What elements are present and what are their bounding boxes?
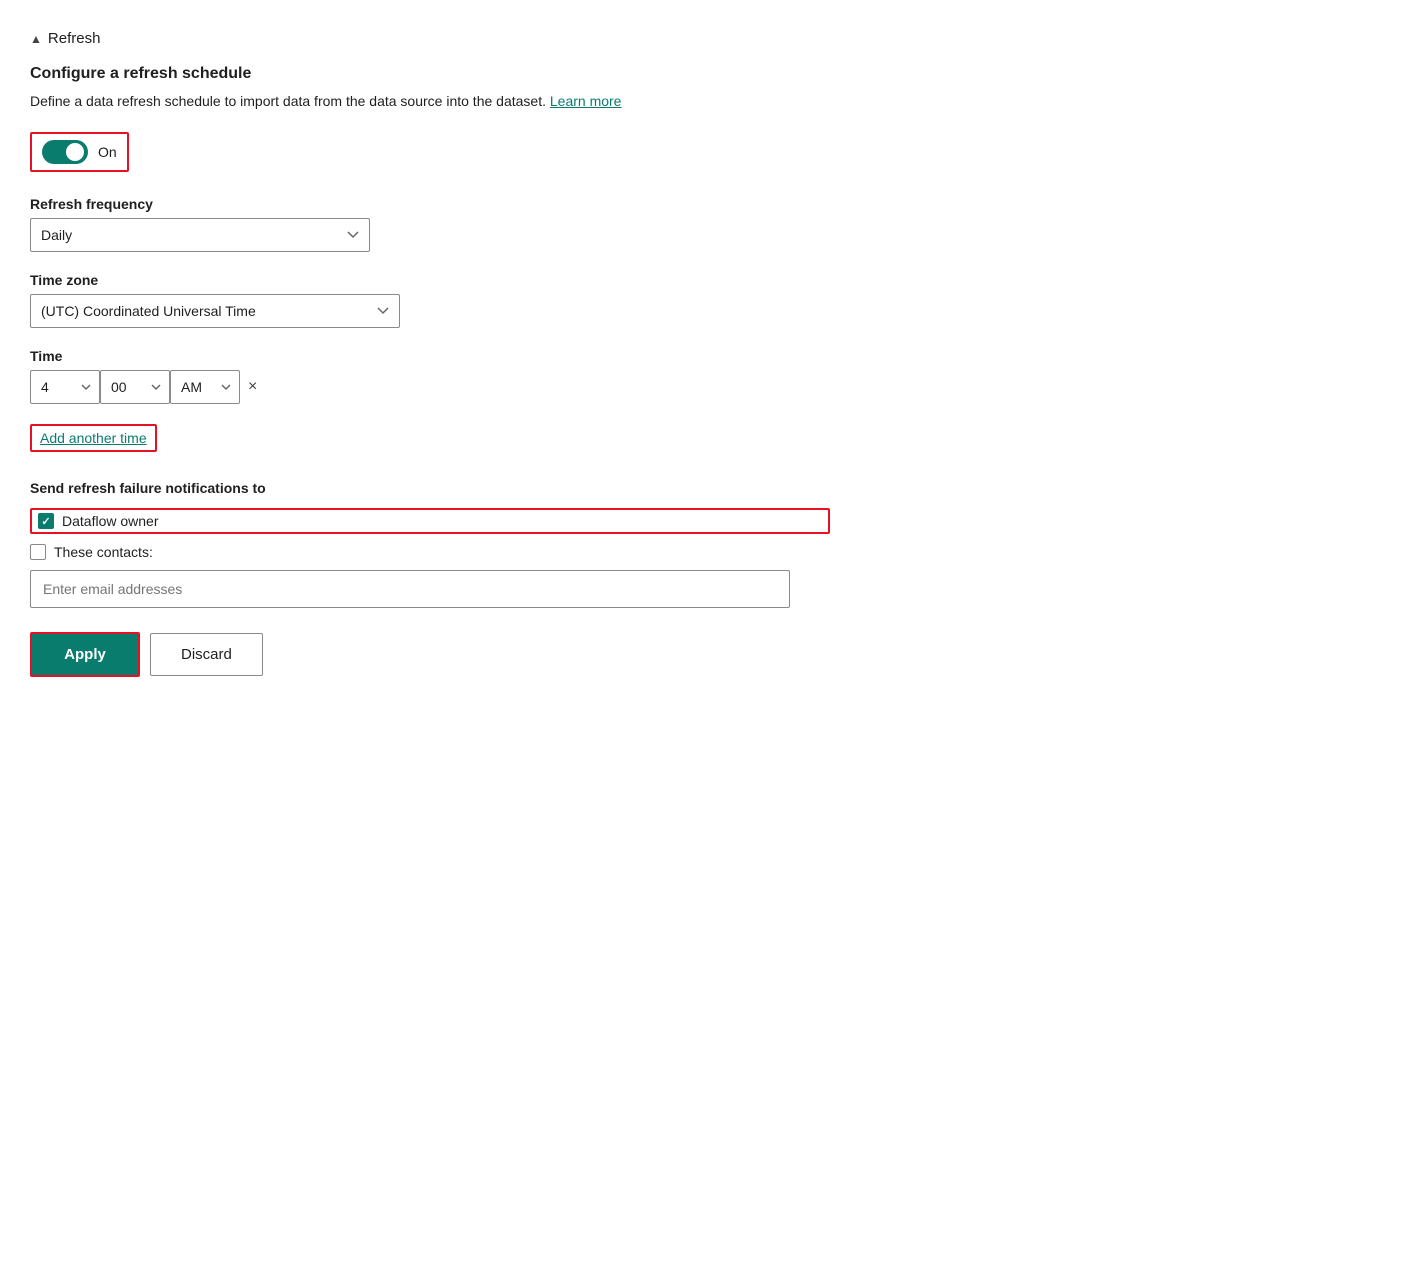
these-contacts-checkbox[interactable] [30, 544, 46, 560]
timezone-group: Time zone (UTC) Coordinated Universal Ti… [30, 272, 830, 328]
add-another-time-link[interactable]: Add another time [30, 424, 157, 452]
frequency-label: Refresh frequency [30, 196, 830, 212]
refresh-toggle[interactable] [42, 140, 88, 164]
time-group: Time 1 2 3 4 5 6 7 8 9 10 11 12 00 15 30… [30, 348, 830, 404]
section-description: Define a data refresh schedule to import… [30, 91, 830, 112]
toggle-label: On [98, 144, 117, 160]
page-header: ▲ Refresh [30, 30, 830, 47]
collapse-icon[interactable]: ▲ [30, 32, 42, 46]
these-contacts-label: These contacts: [54, 544, 153, 560]
dataflow-owner-checkbox[interactable] [38, 513, 54, 529]
ampm-select[interactable]: AM PM [170, 370, 240, 404]
timezone-label: Time zone [30, 272, 830, 288]
learn-more-link[interactable]: Learn more [550, 93, 622, 109]
minute-select[interactable]: 00 15 30 45 [100, 370, 170, 404]
hour-select[interactable]: 1 2 3 4 5 6 7 8 9 10 11 12 [30, 370, 100, 404]
page-title: Refresh [48, 30, 101, 47]
section-title: Configure a refresh schedule [30, 65, 830, 83]
dataflow-owner-row: Dataflow owner [30, 508, 830, 534]
frequency-select[interactable]: Daily Weekly Monthly [30, 218, 370, 252]
these-contacts-row: These contacts: [30, 544, 830, 560]
time-clear-button[interactable]: × [248, 378, 257, 396]
time-row: 1 2 3 4 5 6 7 8 9 10 11 12 00 15 30 45 A… [30, 370, 830, 404]
email-input[interactable] [30, 570, 790, 608]
button-row: Apply Discard [30, 632, 830, 677]
apply-button[interactable]: Apply [30, 632, 140, 677]
toggle-container: On [30, 132, 129, 172]
dataflow-owner-label: Dataflow owner [62, 513, 159, 529]
timezone-select[interactable]: (UTC) Coordinated Universal Time (UTC-05… [30, 294, 400, 328]
notifications-group: Send refresh failure notifications to Da… [30, 480, 830, 608]
frequency-group: Refresh frequency Daily Weekly Monthly [30, 196, 830, 252]
notifications-label: Send refresh failure notifications to [30, 480, 830, 496]
time-label: Time [30, 348, 830, 364]
discard-button[interactable]: Discard [150, 633, 263, 676]
